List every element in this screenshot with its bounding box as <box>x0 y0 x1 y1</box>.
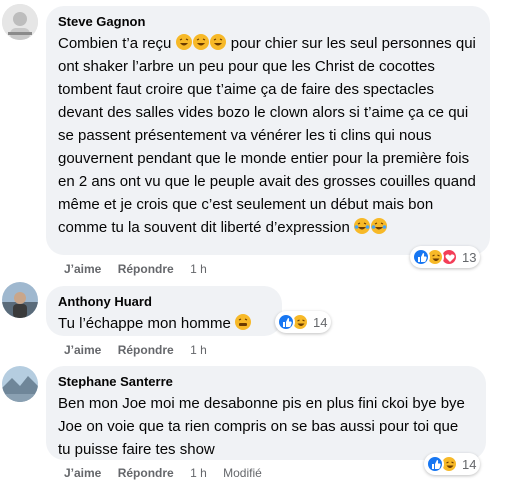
comment-text: Combien t’a reçu pour chier sur les seul… <box>58 32 478 239</box>
laughing-emoji-icon <box>175 34 192 50</box>
reaction-summary[interactable]: 14 <box>424 453 481 475</box>
reaction-summary[interactable]: 13 <box>410 246 481 268</box>
comment-author[interactable]: Stephane Santerre <box>58 374 474 390</box>
comment-text: Tu l’échappe mon homme <box>58 312 270 335</box>
comment-text-part: Combien t’a reçu <box>58 35 176 52</box>
grimacing-emoji-icon <box>235 314 252 330</box>
timestamp[interactable]: 1 h <box>190 262 207 276</box>
like-icon <box>426 455 444 473</box>
like-button[interactable]: J’aime <box>64 466 101 480</box>
reaction-count: 14 <box>313 314 328 330</box>
comment-bubble: Anthony Huard Tu l’échappe mon homme <box>46 286 282 336</box>
tears-emoji-icon <box>370 218 387 234</box>
laughing-emoji-icon <box>209 34 226 50</box>
comment-bubble: Steve Gagnon Combien t’a reçu pour chier… <box>46 6 490 255</box>
avatar[interactable] <box>2 282 38 318</box>
reaction-summary[interactable]: 14 <box>275 311 332 333</box>
comment-text: Ben mon Joe moi me desabonne pis en plus… <box>58 395 465 458</box>
reaction-count: 13 <box>462 249 477 265</box>
avatar[interactable] <box>2 4 38 40</box>
comment-stephane: Stephane Santerre Ben mon Joe moi me des… <box>0 360 512 488</box>
comment-actions: J’aime Répondre 1 h <box>64 261 220 277</box>
comment-actions: J’aime Répondre 1 h Modifié <box>64 465 275 481</box>
avatar[interactable] <box>2 366 38 402</box>
like-icon <box>277 313 295 331</box>
comment-text-part: pour chier sur les seul personnes qui on… <box>58 35 476 236</box>
comment-author[interactable]: Steve Gagnon <box>58 14 478 30</box>
timestamp[interactable]: 1 h <box>190 466 207 480</box>
comment-anthony: Anthony Huard Tu l’échappe mon homme 14 … <box>0 280 512 360</box>
comment-actions: J’aime Répondre 1 h <box>64 342 220 358</box>
reply-button[interactable]: Répondre <box>118 262 174 276</box>
comment-steve: Steve Gagnon Combien t’a reçu pour chier… <box>0 0 512 280</box>
comment-bubble: Stephane Santerre Ben mon Joe moi me des… <box>46 366 486 460</box>
reply-button[interactable]: Répondre <box>118 466 174 480</box>
like-icon <box>412 248 430 266</box>
comment-author[interactable]: Anthony Huard <box>58 294 270 310</box>
comment-text-part: Tu l’échappe mon homme <box>58 315 236 332</box>
like-button[interactable]: J’aime <box>64 343 101 357</box>
timestamp[interactable]: 1 h <box>190 343 207 357</box>
tears-emoji-icon <box>353 218 370 234</box>
reaction-count: 14 <box>462 456 477 472</box>
like-button[interactable]: J’aime <box>64 262 101 276</box>
reply-button[interactable]: Répondre <box>118 343 174 357</box>
laughing-emoji-icon <box>192 34 209 50</box>
edited-label: Modifié <box>223 466 262 480</box>
